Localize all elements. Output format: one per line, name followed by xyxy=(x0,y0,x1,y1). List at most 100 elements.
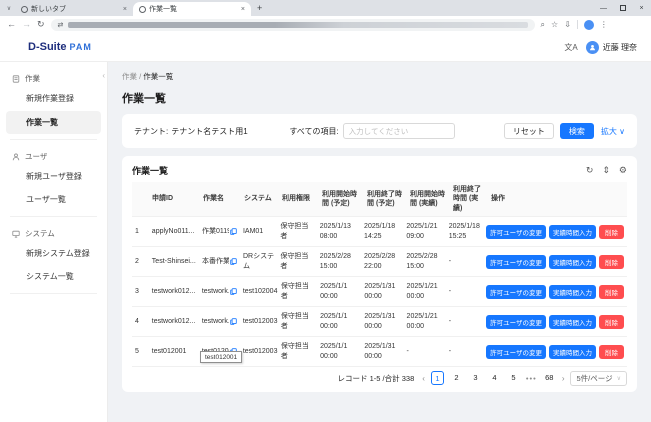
window-controls: — × xyxy=(594,0,651,16)
table-row: 2 Test-Shinsei... 本番作業... DRシステム 保守担当者 2… xyxy=(132,247,627,278)
page-last[interactable]: 68 xyxy=(543,371,556,385)
density-icon[interactable]: ⇕ xyxy=(602,166,610,175)
delete-button[interactable]: 削除 xyxy=(599,344,624,359)
expand-link[interactable]: 拡大 ∨ xyxy=(601,126,625,137)
system-cell: test012003 xyxy=(242,318,278,326)
sidebar-section-label: 作業 xyxy=(25,74,40,83)
change-allowed-user-button[interactable]: 許可ユーザの変更 xyxy=(486,344,546,359)
delete-button[interactable]: 削除 xyxy=(599,314,624,329)
enter-actual-time-button[interactable]: 実績時間入力 xyxy=(549,314,596,329)
change-allowed-user-button[interactable]: 許可ユーザの変更 xyxy=(486,254,546,269)
toolbar-divider xyxy=(576,20,578,29)
delete-button[interactable]: 削除 xyxy=(599,224,624,239)
sidebar-divider xyxy=(10,139,97,140)
start-actual-cell: 2025/1/21 09:00 xyxy=(406,223,438,240)
sidebar-section-system: システム xyxy=(0,222,107,242)
language-icon[interactable]: 文A xyxy=(564,42,577,53)
user-icon xyxy=(12,153,20,160)
enter-actual-time-button[interactable]: 実績時間入力 xyxy=(549,254,596,269)
tenant-label: テナント: xyxy=(134,126,169,136)
row-number: 1 xyxy=(135,228,139,236)
work-table: 申請ID 作業名 システム 利用権限 利用開始時間 (予定) 利用終了時間 (予… xyxy=(132,182,627,368)
page-1[interactable]: 1 xyxy=(430,371,444,386)
window-close-button[interactable]: × xyxy=(632,0,651,16)
tab-search-chevron-icon[interactable]: ∨ xyxy=(3,5,15,12)
sidebar-item-new-system[interactable]: 新規システム登録 xyxy=(0,242,107,265)
browser-profile-avatar[interactable] xyxy=(583,19,594,30)
gear-icon[interactable]: ⚙ xyxy=(619,166,627,175)
search-button[interactable]: 検索 xyxy=(559,123,594,139)
tab-close-icon[interactable]: × xyxy=(241,6,245,13)
row-number: 2 xyxy=(135,258,139,266)
browser-tab-worklist[interactable]: 作業一覧 × xyxy=(133,2,251,16)
tenant-value: テナント名テスト用1 xyxy=(171,126,248,136)
sidebar-collapse-icon[interactable]: ‹ xyxy=(102,71,105,80)
end-actual-cell: 2025/1/18 15:25 xyxy=(448,223,480,240)
page-5[interactable]: 5 xyxy=(507,371,520,385)
forward-icon[interactable]: → xyxy=(22,20,31,29)
copy-icon[interactable] xyxy=(230,228,237,236)
user-name: 近藤 理奈 xyxy=(602,42,637,52)
change-allowed-user-button[interactable]: 許可ユーザの変更 xyxy=(486,284,546,299)
start-planned-cell: 2025/1/1 00:00 xyxy=(320,283,348,300)
search-icon[interactable]: ⌕ xyxy=(541,20,545,29)
table-row: 4 testwork012... testwork... test012003 … xyxy=(132,307,627,338)
page-2[interactable]: 2 xyxy=(450,371,463,385)
browser-toolbar: ← → ↻ ⇄ ⌕ ☆ ⇩ ⋮ xyxy=(0,16,651,33)
record-summary: レコード 1-5 /合計 338 xyxy=(337,373,415,383)
enter-actual-time-button[interactable]: 実績時間入力 xyxy=(549,284,596,299)
refresh-icon[interactable]: ↻ xyxy=(586,166,594,175)
prev-page-icon[interactable]: ‹ xyxy=(422,374,425,383)
enter-actual-time-button[interactable]: 実績時間入力 xyxy=(549,224,596,239)
browser-menu-icon[interactable]: ⋮ xyxy=(600,20,608,29)
sidebar-item-system-list[interactable]: システム一覧 xyxy=(0,265,107,288)
col-system: システム xyxy=(244,195,272,203)
user-menu[interactable]: 近藤 理奈 xyxy=(585,40,637,54)
enter-actual-time-button[interactable]: 実績時間入力 xyxy=(549,344,596,359)
reload-icon[interactable]: ↻ xyxy=(37,20,45,29)
chevron-down-icon: ∨ xyxy=(619,126,625,136)
row-number: 4 xyxy=(135,318,139,326)
keyword-input[interactable] xyxy=(342,123,455,139)
address-bar-icon[interactable]: ⇄ xyxy=(58,21,64,29)
window-maximize-button[interactable] xyxy=(613,0,632,16)
copy-icon[interactable] xyxy=(230,288,237,296)
page-ellipsis[interactable]: ••• xyxy=(526,374,537,383)
page-4[interactable]: 4 xyxy=(488,371,501,385)
tab-close-icon[interactable]: × xyxy=(123,6,127,13)
page-size-select[interactable]: 5件/ページ ∨ xyxy=(570,370,627,386)
sidebar-item-new-user[interactable]: 新規ユーザ登録 xyxy=(0,165,107,188)
change-allowed-user-button[interactable]: 許可ユーザの変更 xyxy=(486,224,546,239)
page-3[interactable]: 3 xyxy=(469,371,482,385)
col-start-planned: 利用開始時間 (予定) xyxy=(322,190,357,208)
back-icon[interactable]: ← xyxy=(7,20,16,29)
sidebar-item-new-work[interactable]: 新規作業登録 xyxy=(0,87,107,110)
new-tab-button[interactable]: + xyxy=(257,3,262,13)
change-allowed-user-button[interactable]: 許可ユーザの変更 xyxy=(486,314,546,329)
window-minimize-button[interactable]: — xyxy=(594,0,613,16)
reset-button[interactable]: リセット xyxy=(503,123,554,139)
downloads-icon[interactable]: ⇩ xyxy=(564,20,571,29)
copy-icon[interactable] xyxy=(230,318,237,326)
monitor-icon xyxy=(12,230,20,238)
delete-button[interactable]: 削除 xyxy=(599,284,624,299)
address-bar[interactable]: ⇄ xyxy=(50,18,535,31)
start-planned-cell: 2025/1/13 08:00 xyxy=(319,223,351,240)
sidebar-section-user: ユーザ xyxy=(0,145,107,165)
end-planned-cell: 2025/1/31 00:00 xyxy=(364,283,396,300)
next-page-icon[interactable]: › xyxy=(562,374,565,383)
table-row: 3 testwork012... testwork... test102004 … xyxy=(132,277,627,308)
copy-icon[interactable] xyxy=(230,258,237,266)
sidebar-item-user-list[interactable]: ユーザ一覧 xyxy=(0,188,107,211)
sidebar-item-work-list[interactable]: 作業一覧 xyxy=(6,111,101,134)
tab-favicon-icon xyxy=(21,5,28,13)
bookmark-star-icon[interactable]: ☆ xyxy=(551,20,558,29)
apply-id-cell: testwork012... xyxy=(151,288,196,296)
breadcrumb-parent[interactable]: 作業 xyxy=(122,72,137,81)
permission-cell: 保守担当者 xyxy=(280,253,309,270)
browser-tab-newtab[interactable]: 新しいタブ × xyxy=(15,2,133,16)
user-avatar xyxy=(585,40,599,54)
start-planned-cell: 2025/2/28 15:00 xyxy=(319,253,351,270)
delete-button[interactable]: 削除 xyxy=(599,254,624,269)
col-start-actual: 利用開始時間 (実績) xyxy=(410,190,445,208)
